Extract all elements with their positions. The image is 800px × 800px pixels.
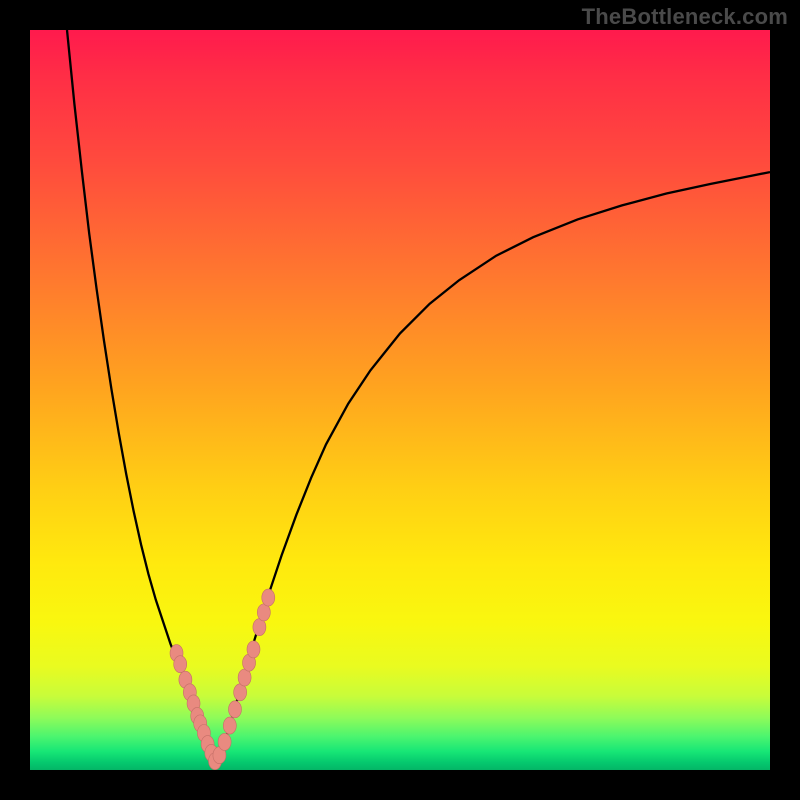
highlight-dot bbox=[262, 589, 275, 606]
watermark-text: TheBottleneck.com bbox=[582, 4, 788, 30]
highlight-dot bbox=[253, 619, 266, 636]
curve-left-branch bbox=[67, 30, 215, 763]
highlight-dot bbox=[234, 684, 247, 701]
highlight-dot bbox=[218, 733, 231, 750]
chart-svg bbox=[30, 30, 770, 770]
chart-frame: TheBottleneck.com bbox=[0, 0, 800, 800]
highlight-dot bbox=[228, 701, 241, 718]
highlight-dot bbox=[174, 656, 187, 673]
highlight-dot bbox=[238, 669, 251, 686]
chart-plot-area bbox=[30, 30, 770, 770]
curve-right-branch bbox=[215, 172, 770, 763]
highlight-dots bbox=[170, 589, 275, 770]
highlight-dot bbox=[223, 717, 236, 734]
highlight-dot bbox=[247, 641, 260, 658]
highlight-dot bbox=[257, 604, 270, 621]
